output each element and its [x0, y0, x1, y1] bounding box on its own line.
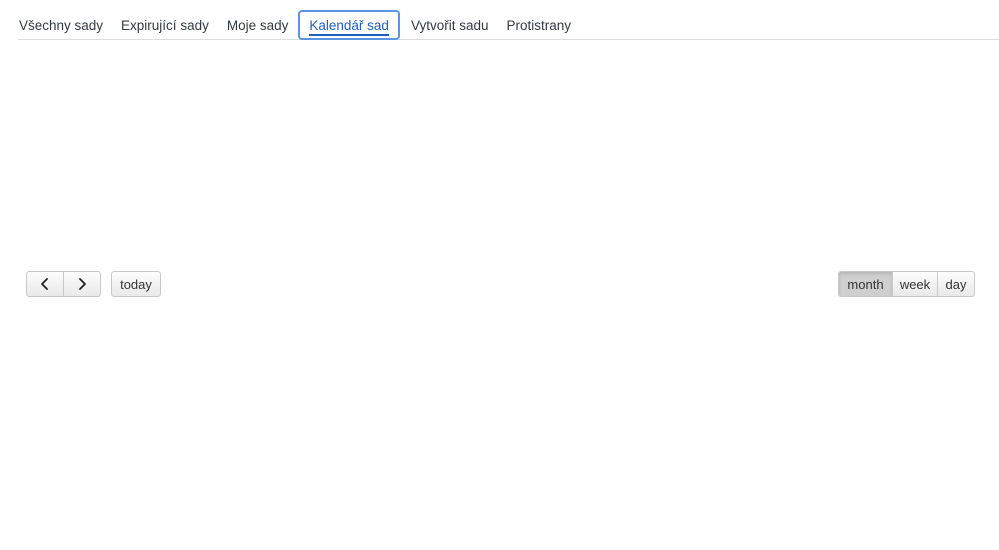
calendar-toolbar-left: today: [26, 271, 161, 297]
tab-set-calendar[interactable]: Kalendář sad: [298, 10, 400, 40]
tab-bar: Všechny sady Expirující sady Moje sady K…: [18, 10, 999, 40]
calendar-nav-group: [26, 271, 101, 297]
week-view-button[interactable]: week: [893, 271, 938, 297]
day-view-button[interactable]: day: [938, 271, 975, 297]
tab-create-set[interactable]: Vytvořit sadu: [402, 10, 498, 39]
today-button[interactable]: today: [111, 271, 161, 297]
tab-my-sets[interactable]: Moje sady: [218, 10, 298, 39]
chevron-right-icon: [77, 278, 87, 290]
tab-expiring-sets[interactable]: Expirující sady: [112, 10, 218, 39]
prev-button[interactable]: [26, 271, 64, 297]
chevron-left-icon: [40, 278, 50, 290]
tab-counterparties[interactable]: Protistrany: [497, 10, 580, 39]
page: Všechny sady Expirující sady Moje sady K…: [0, 0, 999, 550]
next-button[interactable]: [64, 271, 101, 297]
tab-all-sets[interactable]: Všechny sady: [18, 10, 112, 39]
calendar-view-switcher: month week day: [838, 271, 975, 297]
month-view-button[interactable]: month: [838, 271, 893, 297]
active-tab-underline: [309, 34, 389, 36]
tab-set-calendar-label: Kalendář sad: [309, 18, 389, 33]
